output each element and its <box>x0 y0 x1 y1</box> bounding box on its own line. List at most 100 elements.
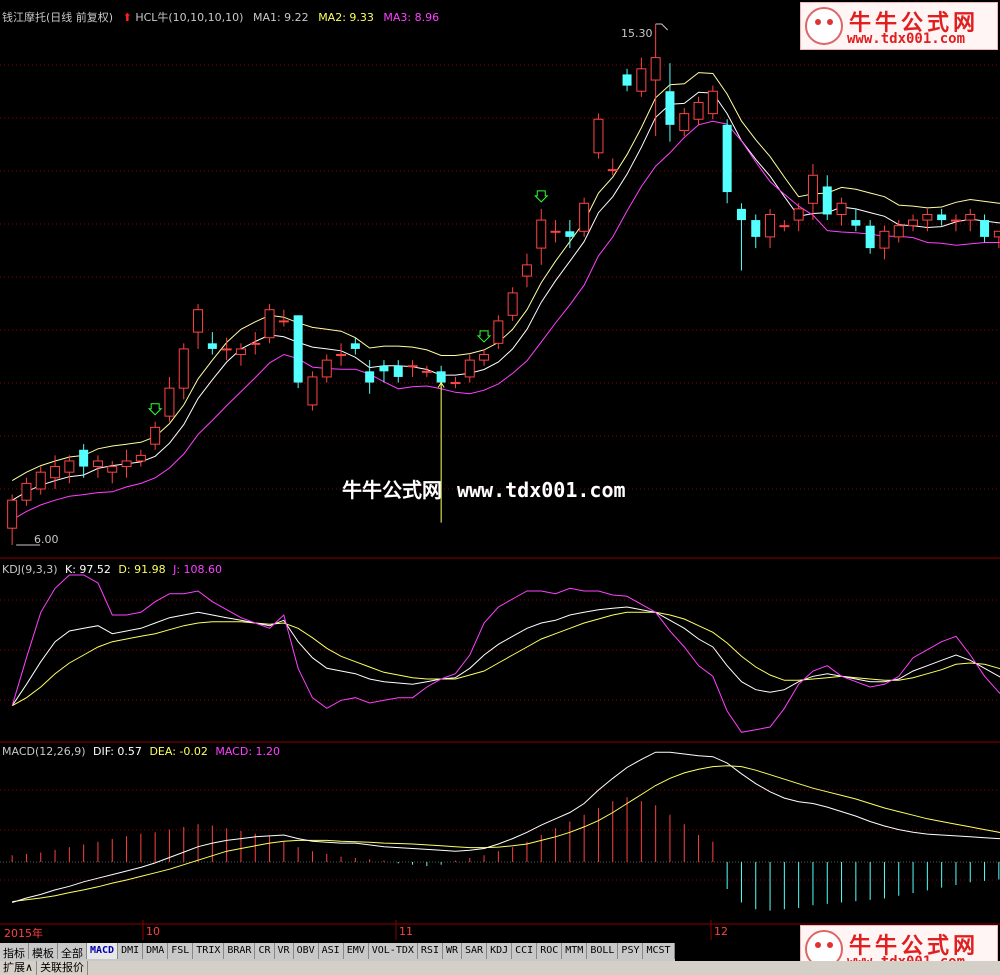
candle-body-up <box>250 342 261 345</box>
candle-body-down <box>393 365 403 377</box>
high-annotation: 15.30 <box>621 27 653 40</box>
candle-body-up <box>893 225 904 238</box>
indicator-tabs: 指标 模板 全部 MACD DMI DMA FSL TRIX BRAR CR VR OBV ASI EMV… <box>0 943 675 961</box>
tab-psy[interactable]: PSY <box>618 943 644 959</box>
expand-button[interactable]: 扩展∧ <box>0 961 38 975</box>
tab-rsi[interactable]: RSI <box>418 943 443 959</box>
candle-body-up <box>278 320 289 323</box>
candle-body-down <box>665 91 675 125</box>
candle-body-down <box>565 231 575 237</box>
stock-name: 钱江摩托(日线 前复权) <box>2 11 114 24</box>
candle-body-up <box>679 113 690 131</box>
tab-mtm[interactable]: MTM <box>562 943 588 959</box>
tab-cci[interactable]: CCI <box>512 943 538 959</box>
candle-body-up <box>836 202 847 215</box>
candle-body-up <box>193 309 204 333</box>
high-marker <box>655 23 669 31</box>
candle-body-up <box>135 454 146 462</box>
cow-logo-icon <box>805 7 843 45</box>
candle-body-up <box>965 213 976 221</box>
candle-body-up <box>479 354 490 361</box>
tab-boll[interactable]: BOLL <box>587 943 619 959</box>
tab-wr[interactable]: WR <box>443 943 463 959</box>
x-axis-label-dec: 12 <box>714 925 728 938</box>
candle-body-up <box>807 174 818 204</box>
tab-brar[interactable]: BRAR <box>224 943 256 959</box>
ma1-label: MA1: 9.22 <box>252 11 309 24</box>
candle-body-down <box>722 124 732 193</box>
candle-body-up <box>636 68 647 92</box>
candle-body-up <box>765 213 776 238</box>
x-axis-label-year: 2015年 <box>4 927 43 940</box>
candle-body-up <box>793 208 804 221</box>
up-arrow-icon: ⬆ <box>122 11 132 24</box>
macd-value: MACD: 1.20 <box>215 745 281 758</box>
candle-body-up <box>879 230 890 249</box>
x-axis-label-oct: 10 <box>146 925 160 938</box>
buy-signal-arrow-icon <box>147 403 163 416</box>
candle-body-up <box>908 219 919 227</box>
kdj-d-line <box>11 611 1000 707</box>
tab-dmi[interactable]: DMI <box>118 943 144 959</box>
candle-body-up <box>7 499 18 529</box>
candle-body-up <box>336 354 347 357</box>
candle-body-up <box>178 348 189 389</box>
candle-body-down <box>379 365 389 372</box>
low-annotation: 6.00 <box>34 533 59 546</box>
related-quote-button[interactable]: 关联报价 <box>37 961 89 975</box>
tab-cr[interactable]: CR <box>255 943 275 959</box>
candle-body-up <box>121 460 132 468</box>
tab-模板[interactable]: 模板 <box>29 943 58 960</box>
macd-header: MACD(12,26,9) DIF: 0.57 DEA: -0.02 MACD:… <box>2 745 280 758</box>
candle-body-up <box>950 219 961 222</box>
candle-body-up <box>922 213 933 221</box>
tab-asi[interactable]: ASI <box>319 943 344 959</box>
tab-fsl[interactable]: FSL <box>168 943 194 959</box>
candle-body-up <box>50 466 61 479</box>
candle-body-up <box>92 460 103 468</box>
candle-body-up <box>650 57 661 81</box>
tab-sar[interactable]: SAR <box>462 943 488 959</box>
tab-dma[interactable]: DMA <box>143 943 169 959</box>
candle-body-up <box>264 309 275 339</box>
ma3-label: MA3: 8.96 <box>383 11 440 24</box>
tab-emv[interactable]: EMV <box>344 943 369 959</box>
candle-body-down <box>207 343 217 349</box>
candle-body-up <box>450 382 461 385</box>
candle-body-up <box>693 101 704 120</box>
candle-body-up <box>307 376 318 406</box>
tab-roc[interactable]: ROC <box>537 943 563 959</box>
candle-body-up <box>164 387 175 417</box>
price-header: 钱江摩托(日线 前复权) ⬆ HCL牛(10,10,10,10) MA1: 9.… <box>2 9 439 25</box>
watermark-url: www.tdx001.com <box>847 31 966 47</box>
center-watermark-url: www.tdx001.com <box>456 478 626 502</box>
tab-mcst[interactable]: MCST <box>643 943 675 959</box>
candle-body-up <box>150 426 161 445</box>
macd-name: MACD(12,26,9) <box>2 745 86 758</box>
candle-body-up <box>536 219 547 249</box>
tab-obv[interactable]: OBV <box>294 943 319 959</box>
center-watermark-title: 牛牛公式网 <box>342 478 442 502</box>
candle-body-down <box>365 371 375 383</box>
tab-kdj[interactable]: KDJ <box>487 943 513 959</box>
candle-body-down <box>865 225 875 249</box>
candle-body-up <box>321 359 332 378</box>
candle-body-down <box>622 74 632 86</box>
tab-vr[interactable]: VR <box>275 943 294 959</box>
watermark-top: 牛牛公式网 www.tdx001.com <box>800 2 998 50</box>
tab-macd[interactable]: MACD <box>87 943 119 959</box>
candle-body-down <box>350 343 360 349</box>
candle-body-down <box>851 220 861 226</box>
kdj-k-line <box>11 606 1000 706</box>
tab-全部[interactable]: 全部 <box>58 943 87 960</box>
tab-trix[interactable]: TRIX <box>193 943 225 959</box>
chart-canvas[interactable] <box>0 0 1000 940</box>
macd-dea-line <box>12 765 1000 903</box>
indicator-label: HCL牛(10,10,10,10) <box>135 11 244 24</box>
kdj-header: KDJ(9,3,3) K: 97.52 D: 91.98 J: 108.60 <box>2 563 222 576</box>
tab-指标[interactable]: 指标 <box>0 943 29 960</box>
tab-vol-tdx[interactable]: VOL-TDX <box>369 943 418 959</box>
candle-body-up <box>64 460 75 473</box>
candle-body-up <box>235 348 246 356</box>
bottom-bar: 扩展∧ 关联报价 <box>0 961 1000 975</box>
